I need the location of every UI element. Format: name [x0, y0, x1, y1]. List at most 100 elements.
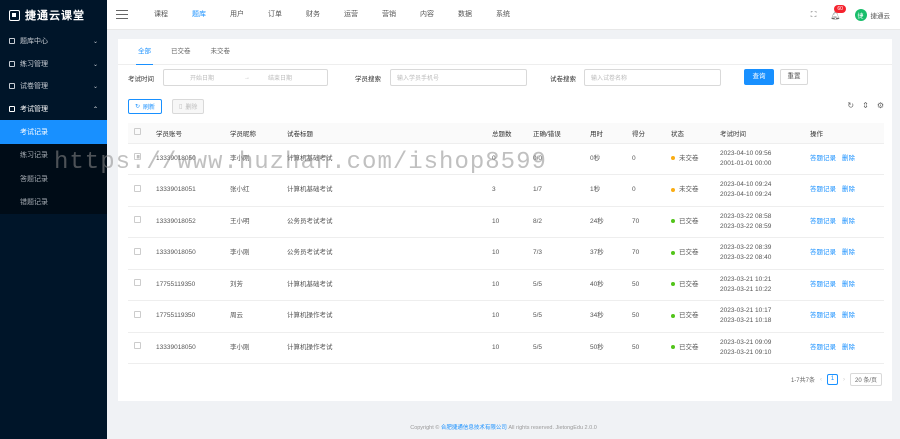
page-number[interactable]: 1 [826, 374, 838, 385]
row-checkbox[interactable] [128, 269, 150, 301]
delete-link[interactable]: 删除 [842, 312, 855, 319]
footer-suffix: All rights reserved. JietongEdu 2.0.0 [508, 425, 597, 431]
footer-company-link[interactable]: 合肥捷通信息技术有限公司 [441, 425, 507, 431]
column-height-icon[interactable]: ⇕ [862, 101, 869, 110]
sidebar-subitem-answer-records[interactable]: 答题记录 [0, 167, 107, 191]
delete-link[interactable]: 删除 [842, 155, 855, 162]
nav-item[interactable]: 订单 [256, 0, 294, 30]
nav-item[interactable]: 营销 [370, 0, 408, 30]
answer-record-link[interactable]: 答题记录 [810, 155, 836, 162]
cell-total: 10 [486, 269, 527, 301]
answer-record-link[interactable]: 答题记录 [810, 218, 836, 225]
sidebar-item-practice[interactable]: 练习管理 ⌄ [0, 53, 107, 76]
reset-button[interactable]: 重置 [780, 69, 808, 85]
user-menu[interactable]: 捷 捷通云 [854, 9, 890, 21]
start-date-placeholder: 开始日期 [190, 76, 215, 82]
bell-icon[interactable]: 🔔︎ 60 [830, 4, 846, 20]
tab-unsubmitted[interactable]: 未交卷 [201, 39, 241, 64]
table-row: 13339018051 张小红 计算机基础考试 3 1/7 1秒 0 未交卷 2023-04-1… [128, 174, 884, 207]
cell-account: 13339018050 [150, 332, 224, 364]
logo-icon [9, 9, 20, 21]
delete-link[interactable]: 删除 [842, 249, 855, 256]
status-dot [671, 282, 675, 287]
app-logo[interactable]: 捷通云课堂 [0, 0, 107, 30]
delete-link[interactable]: 删除 [842, 281, 855, 288]
sidebar-item-question-bank[interactable]: 题库中心 ⌄ [0, 30, 107, 53]
answer-record-link[interactable]: 答题记录 [810, 186, 836, 193]
cell-exam-time: 2023-03-22 08:39 2023-03-22 08:40 [714, 237, 804, 270]
nav-item[interactable]: 系统 [484, 0, 522, 30]
cell-account: 13339018050 [150, 143, 224, 175]
paper-search-input[interactable]: 输入试卷名称 [584, 69, 721, 86]
exam-end-time: 2023-04-10 09:24 [720, 191, 772, 199]
page-size-select[interactable]: 20 条/页 [849, 373, 882, 386]
row-checkbox[interactable] [128, 332, 150, 364]
delete-link[interactable]: 删除 [842, 344, 855, 351]
sidebar-item-exams[interactable]: 考试管理 ⌃ [0, 98, 107, 121]
col-title: 试卷标题 [281, 123, 486, 144]
student-search-input[interactable]: 输入学员手机号 [390, 69, 527, 86]
delete-link[interactable]: 删除 [842, 186, 855, 193]
sidebar-subitem-practice-records[interactable]: 练习记录 [0, 144, 107, 168]
row-checkbox[interactable] [128, 143, 150, 175]
tab-all[interactable]: 全部 [128, 39, 161, 65]
status-text: 未交卷 [679, 186, 699, 194]
next-page-icon[interactable]: › [843, 377, 845, 383]
cell-score: 50 [626, 269, 665, 301]
sidebar-subitem-wrong-records[interactable]: 错题记录 [0, 191, 107, 215]
fullscreen-icon[interactable]: ⛶ [811, 10, 817, 20]
reload-icon[interactable]: ↻ [847, 101, 854, 110]
cell-total: 10 [486, 300, 527, 333]
sidebar: 捷通云课堂 题库中心 ⌄ 练习管理 ⌄ 试卷管理 ⌄ 考试管理 ⌃ 考试记录 练… [0, 0, 107, 439]
nav-item[interactable]: 运营 [332, 0, 370, 30]
status-text: 已交卷 [679, 217, 699, 225]
cell-actions: 答题记录 删除 [804, 206, 884, 238]
cell-ratio: 8/2 [527, 206, 584, 238]
chevron-down-icon: ⌄ [92, 39, 98, 45]
cell-status: 已交卷 [665, 206, 714, 238]
nav-item[interactable]: 课程 [142, 0, 180, 30]
delete-selected-button[interactable]: ▯ 删除 [172, 99, 205, 114]
delete-link[interactable]: 删除 [842, 218, 855, 225]
table-row: 17755119350 周云 计算机操作考试 10 5/5 34秒 50 已交卷 2023-03… [128, 300, 884, 333]
sidebar-subitem-exam-records[interactable]: 考试记录 [0, 120, 107, 144]
settings-icon[interactable]: ⚙ [877, 101, 884, 110]
cell-ratio: 5/5 [527, 332, 584, 364]
sidebar-item-papers[interactable]: 试卷管理 ⌄ [0, 75, 107, 98]
cell-nickname: 李小刚 [224, 143, 281, 175]
answer-record-link[interactable]: 答题记录 [810, 249, 836, 256]
prev-page-icon[interactable]: ‹ [820, 377, 822, 383]
select-all-checkbox[interactable] [128, 123, 150, 144]
cell-status: 已交卷 [665, 269, 714, 301]
top-header: 课程 题库 用户 订单 财务 运营 营销 内容 数据 系统 ⛶ 🔔︎ 60 捷 捷… [107, 0, 900, 30]
answer-record-link[interactable]: 答题记录 [810, 312, 836, 319]
nav-item[interactable]: 数据 [446, 0, 484, 30]
menu-fold-icon[interactable] [116, 10, 128, 19]
search-button[interactable]: 查询 [744, 69, 774, 85]
content-card: 全部 已交卷 未交卷 考试时间 开始日期 → 结束日期 学员搜索 输入学员手机号… [118, 39, 892, 401]
table-row: 13339018052 王小明 公务员考试考试 10 8/2 24秒 70 已交卷 2023-0… [128, 206, 884, 238]
row-checkbox[interactable] [128, 174, 150, 207]
cell-actions: 答题记录 删除 [804, 269, 884, 301]
tab-submitted[interactable]: 已交卷 [161, 39, 201, 64]
nav-item[interactable]: 内容 [408, 0, 446, 30]
answer-record-link[interactable]: 答题记录 [810, 344, 836, 351]
menu-icon [9, 105, 15, 112]
cell-exam-time: 2023-03-21 10:17 2023-03-21 10:18 [714, 300, 804, 333]
menu-icon [9, 83, 15, 90]
cell-score: 50 [626, 332, 665, 364]
nav-item-active[interactable]: 题库 [180, 0, 218, 30]
row-checkbox[interactable] [128, 206, 150, 238]
refresh-button[interactable]: ↻ 刷新 [128, 99, 163, 114]
exam-end-time: 2023-03-22 08:40 [720, 254, 772, 262]
row-checkbox[interactable] [128, 300, 150, 333]
cell-ratio: 0/0 [527, 143, 584, 175]
nav-item[interactable]: 财务 [294, 0, 332, 30]
nav-item[interactable]: 用户 [218, 0, 256, 30]
trash-icon: ▯ [179, 104, 183, 110]
exam-end-time: 2023-03-21 10:18 [720, 317, 772, 325]
answer-record-link[interactable]: 答题记录 [810, 281, 836, 288]
date-range-picker[interactable]: 开始日期 → 结束日期 [163, 69, 328, 86]
header-right: ⛶ 🔔︎ 60 捷 捷通云 [811, 0, 890, 30]
row-checkbox[interactable] [128, 237, 150, 270]
